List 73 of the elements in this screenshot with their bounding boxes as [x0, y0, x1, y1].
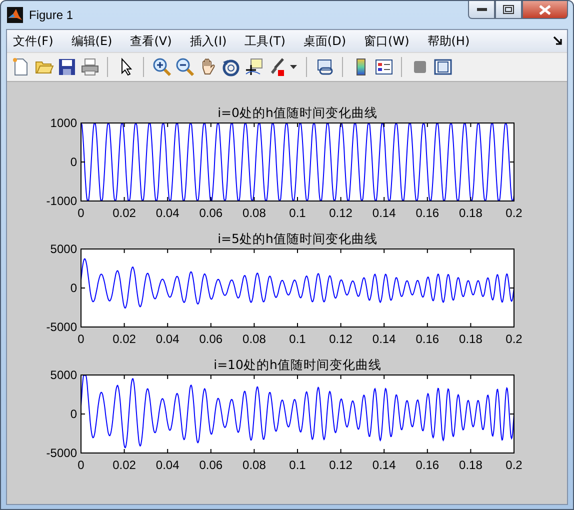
rotate-icon[interactable] [220, 57, 240, 77]
window-title: Figure 1 [29, 8, 74, 22]
close-button[interactable] [522, 1, 568, 19]
x-tick-label: 0 [78, 332, 84, 346]
x-tick-label: 0.16 [416, 206, 440, 220]
menu-item[interactable]: 工具(T) [244, 32, 286, 50]
x-tick-label: 0.08 [242, 332, 266, 346]
x-tick-label: 0.18 [459, 458, 482, 472]
y-tick-label: 5000 [50, 368, 77, 382]
menu-item[interactable]: 窗口(W) [364, 32, 410, 50]
x-tick-label: 0.14 [372, 206, 396, 220]
plot-title: i=5处的h值随时间变化曲线 [218, 231, 378, 246]
x-tick-label: 0 [78, 458, 84, 472]
y-tick-label: 1000 [50, 116, 77, 130]
menu-item[interactable]: 桌面(D) [303, 32, 346, 50]
x-tick-label: 0.16 [416, 458, 440, 472]
menu-item[interactable]: 查看(V) [130, 32, 172, 50]
x-tick-label: 0.2 [506, 332, 522, 346]
x-tick-label: 0.1 [289, 206, 306, 220]
x-tick-label: 0.2 [506, 206, 522, 220]
link-icon[interactable] [314, 57, 334, 77]
x-tick-label: 0.18 [459, 206, 482, 220]
x-tick-label: 0.06 [199, 458, 223, 472]
x-tick-label: 0.14 [372, 458, 396, 472]
x-tick-label: 0.1 [289, 332, 306, 346]
x-tick-label: 0.08 [242, 206, 266, 220]
x-tick-label: 0.08 [242, 458, 266, 472]
x-tick-label: 0.02 [112, 458, 136, 472]
zoom-in-icon[interactable] [152, 57, 172, 77]
x-tick-label: 0.16 [416, 332, 440, 346]
menu-item[interactable]: 插入(I) [190, 32, 227, 50]
minimize-icon [476, 8, 486, 12]
menu-item[interactable]: 帮助(H) [427, 32, 470, 50]
plot-window-icon[interactable] [432, 57, 452, 77]
legend-icon[interactable] [374, 57, 394, 77]
close-icon [539, 4, 551, 14]
x-tick-label: 0.06 [199, 206, 223, 220]
menu-item[interactable]: 文件(F) [13, 32, 54, 50]
x-tick-label: 0 [78, 206, 84, 220]
x-tick-label: 0.02 [112, 332, 136, 346]
save-icon[interactable] [56, 57, 76, 77]
y-tick-label: 5000 [50, 242, 77, 256]
minimize-button[interactable] [468, 1, 495, 19]
y-tick-label: 0 [70, 407, 77, 421]
dock-arrow-icon[interactable] [553, 36, 563, 46]
maximize-icon [503, 5, 514, 14]
x-tick-label: 0.04 [156, 332, 180, 346]
x-tick-label: 0.1 [289, 458, 306, 472]
x-tick-label: 0.12 [329, 458, 352, 472]
y-tick-label: -5000 [46, 446, 77, 460]
y-tick-label: 0 [70, 155, 77, 169]
data-cursor-icon[interactable] [244, 57, 264, 77]
x-tick-label: 0.2 [506, 458, 522, 472]
menu-item[interactable]: 编辑(E) [71, 32, 112, 50]
x-tick-label: 0.04 [156, 206, 180, 220]
x-tick-label: 0.12 [329, 332, 352, 346]
plot-title: i=0处的h值随时间变化曲线 [218, 105, 378, 120]
y-tick-label: -1000 [46, 194, 77, 208]
x-tick-label: 0.04 [156, 458, 180, 472]
x-tick-label: 0.12 [329, 206, 352, 220]
plot-title: i=10处的h值随时间变化曲线 [214, 357, 382, 372]
x-tick-label: 0.18 [459, 332, 482, 346]
x-tick-label: 0.06 [199, 332, 223, 346]
new-file-icon[interactable] [10, 57, 30, 77]
app-logo-icon [7, 7, 23, 23]
print-icon[interactable] [80, 57, 100, 77]
caret-icon[interactable] [290, 65, 297, 69]
x-tick-label: 0.14 [372, 332, 396, 346]
y-tick-label: -5000 [46, 320, 77, 334]
zoom-out-icon[interactable] [174, 57, 194, 77]
x-tick-label: 0.02 [112, 206, 136, 220]
maximize-button[interactable] [495, 1, 522, 19]
y-tick-label: 0 [70, 281, 77, 295]
